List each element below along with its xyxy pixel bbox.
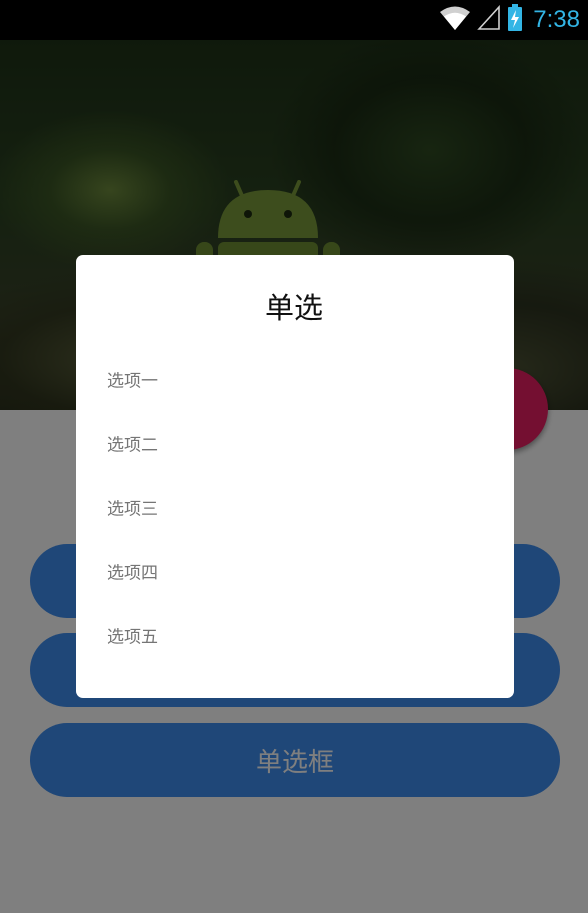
- status-time: 7:38: [533, 6, 580, 33]
- cellular-signal-icon: [477, 4, 501, 35]
- battery-charging-icon: [507, 4, 523, 36]
- dialog-option-3[interactable]: 选项三: [76, 475, 514, 539]
- dialog-option-2[interactable]: 选项二: [76, 411, 514, 475]
- dialog-option-1[interactable]: 选项一: [76, 347, 514, 411]
- dialog-title: 单选: [264, 291, 323, 325]
- option-label: 选项五: [107, 627, 158, 648]
- dialog-option-5[interactable]: 选项五: [76, 603, 514, 667]
- app-screen: 7:38 单选框 单选 选项一 选项二 选项三 选项四: [0, 0, 588, 913]
- option-label: 选项四: [107, 563, 158, 584]
- dialog-option-4[interactable]: 选项四: [76, 539, 514, 603]
- option-label: 选项三: [107, 499, 158, 520]
- option-label: 选项二: [107, 435, 158, 456]
- wifi-icon: [439, 5, 471, 35]
- status-icons: 7:38: [439, 0, 580, 40]
- option-label: 选项一: [107, 371, 158, 392]
- status-bar: 7:38: [0, 0, 588, 40]
